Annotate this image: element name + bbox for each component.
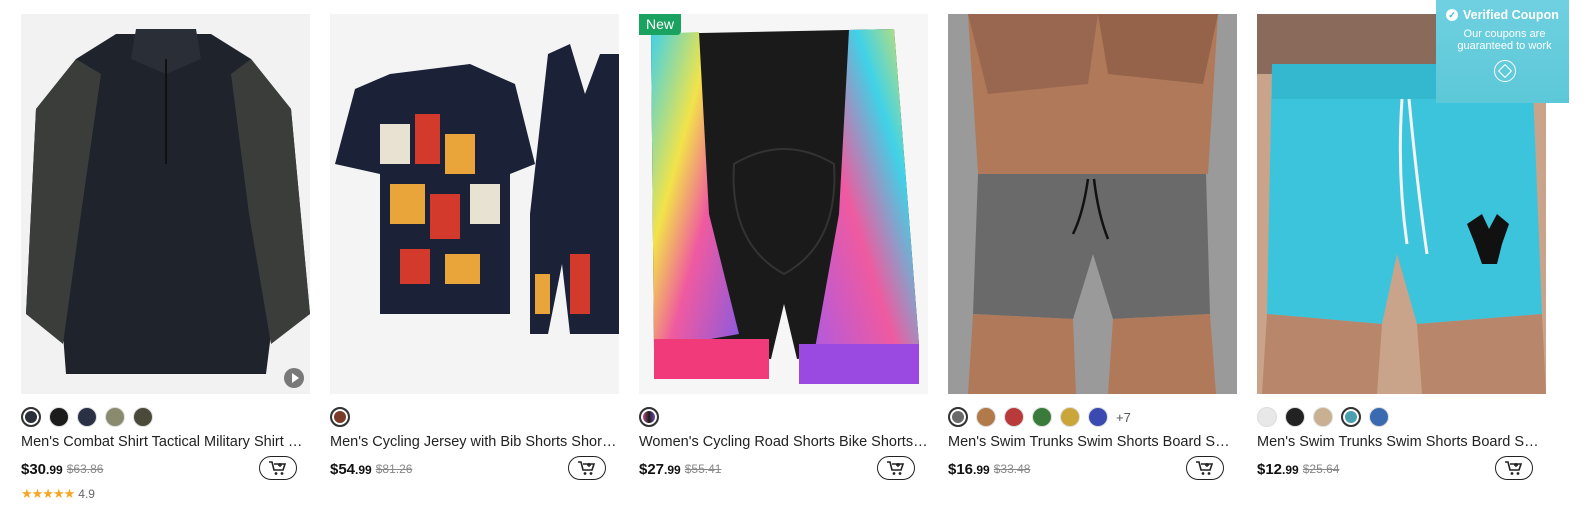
price-row: $30.99 $63.86 xyxy=(21,456,310,482)
add-to-cart-button[interactable] xyxy=(568,456,606,480)
color-swatch[interactable] xyxy=(49,407,69,427)
cart-icon xyxy=(1505,461,1523,475)
color-swatch[interactable] xyxy=(1341,407,1361,427)
price-row: $54.99 $81.26 xyxy=(330,456,619,482)
color-swatch[interactable] xyxy=(330,407,350,427)
product-image[interactable] xyxy=(948,14,1237,394)
color-swatch[interactable] xyxy=(1088,407,1108,427)
product-image[interactable]: New xyxy=(639,14,928,394)
color-swatches xyxy=(639,405,928,429)
product-image[interactable] xyxy=(21,14,310,394)
original-price: $25.64 xyxy=(1302,462,1340,476)
coupon-icon[interactable] xyxy=(1493,60,1516,82)
new-badge: New xyxy=(639,14,682,35)
color-swatch[interactable] xyxy=(1060,407,1080,427)
product-title[interactable]: Women's Cycling Road Shorts Bike Shorts … xyxy=(639,433,928,451)
coupon-description: Our coupons are guaranteed to work xyxy=(1446,28,1563,52)
coupon-title: Verified Coupon xyxy=(1463,8,1559,22)
color-swatch[interactable] xyxy=(1004,407,1024,427)
coupon-line: Our coupons are xyxy=(1463,28,1546,40)
video-play-icon[interactable] xyxy=(284,368,304,388)
color-swatch[interactable] xyxy=(1032,407,1052,427)
color-swatch[interactable] xyxy=(1285,407,1305,427)
color-swatch[interactable] xyxy=(639,407,659,427)
cart-icon xyxy=(887,461,905,475)
color-swatch[interactable] xyxy=(133,407,153,427)
color-swatches xyxy=(1257,405,1546,429)
original-price: $81.26 xyxy=(375,462,413,476)
product-title[interactable]: Men's Cycling Jersey with Bib Shorts Sho… xyxy=(330,433,619,451)
add-to-cart-button[interactable] xyxy=(1495,456,1533,480)
color-swatch[interactable] xyxy=(105,407,125,427)
sale-price: $27.99 xyxy=(639,460,681,478)
sale-price: $12.99 xyxy=(1257,460,1299,478)
color-swatch[interactable] xyxy=(1257,407,1277,427)
more-colors-link[interactable]: +7 xyxy=(1116,410,1131,425)
original-price: $55.41 xyxy=(684,462,722,476)
check-icon: ✓ xyxy=(1446,9,1458,21)
color-swatch[interactable] xyxy=(948,407,968,427)
product-card[interactable]: Men's Cycling Jersey with Bib Shorts Sho… xyxy=(330,14,619,502)
add-to-cart-button[interactable] xyxy=(1186,456,1224,480)
coupon-header: ✓ Verified Coupon xyxy=(1446,8,1563,22)
add-to-cart-button[interactable] xyxy=(877,456,915,480)
verified-coupon-panel[interactable]: ✓ Verified Coupon Our coupons are guaran… xyxy=(1436,0,1569,103)
product-grid: Men's Combat Shirt Tactical Military Shi… xyxy=(21,14,1546,502)
product-card[interactable]: Men's Combat Shirt Tactical Military Shi… xyxy=(21,14,310,502)
product-card[interactable]: New Women's Cycling Road Shorts Bike Sho… xyxy=(639,14,928,502)
original-price: $33.48 xyxy=(993,462,1031,476)
price-row: $16.99 $33.48 xyxy=(948,456,1237,482)
coupon-line: guaranteed to work xyxy=(1457,40,1552,52)
tactical-shirt-illustration xyxy=(21,14,310,394)
cycling-shorts-illustration xyxy=(639,14,928,394)
original-price: $63.86 xyxy=(66,462,104,476)
product-card[interactable]: +7 Men's Swim Trunks Swim Shorts Board S… xyxy=(948,14,1237,502)
price-row: $12.99 $25.64 xyxy=(1257,456,1546,482)
product-image[interactable] xyxy=(330,14,619,394)
rating-value: 4.9 xyxy=(78,487,95,501)
color-swatch[interactable] xyxy=(21,407,41,427)
color-swatches xyxy=(21,405,310,429)
swim-trunks-grey-illustration xyxy=(948,14,1237,394)
color-swatch[interactable] xyxy=(1313,407,1333,427)
sale-price: $16.99 xyxy=(948,460,990,478)
rating: ★★★★★ 4.9 xyxy=(21,486,310,502)
sale-price: $54.99 xyxy=(330,460,372,478)
cart-icon xyxy=(1196,461,1214,475)
product-title[interactable]: Men's Combat Shirt Tactical Military Shi… xyxy=(21,433,310,451)
color-swatches xyxy=(330,405,619,429)
add-to-cart-button[interactable] xyxy=(259,456,297,480)
cart-icon xyxy=(269,461,287,475)
sale-price: $30.99 xyxy=(21,460,63,478)
product-title[interactable]: Men's Swim Trunks Swim Shorts Board Shor… xyxy=(1257,433,1546,451)
product-title[interactable]: Men's Swim Trunks Swim Shorts Board Shor… xyxy=(948,433,1237,451)
color-swatch[interactable] xyxy=(1369,407,1389,427)
cycling-jersey-illustration xyxy=(330,14,619,394)
cart-icon xyxy=(578,461,596,475)
star-rating-icon: ★★★★★ xyxy=(21,486,75,501)
color-swatch[interactable] xyxy=(77,407,97,427)
price-row: $27.99 $55.41 xyxy=(639,456,928,482)
color-swatch[interactable] xyxy=(976,407,996,427)
color-swatches: +7 xyxy=(948,405,1237,429)
